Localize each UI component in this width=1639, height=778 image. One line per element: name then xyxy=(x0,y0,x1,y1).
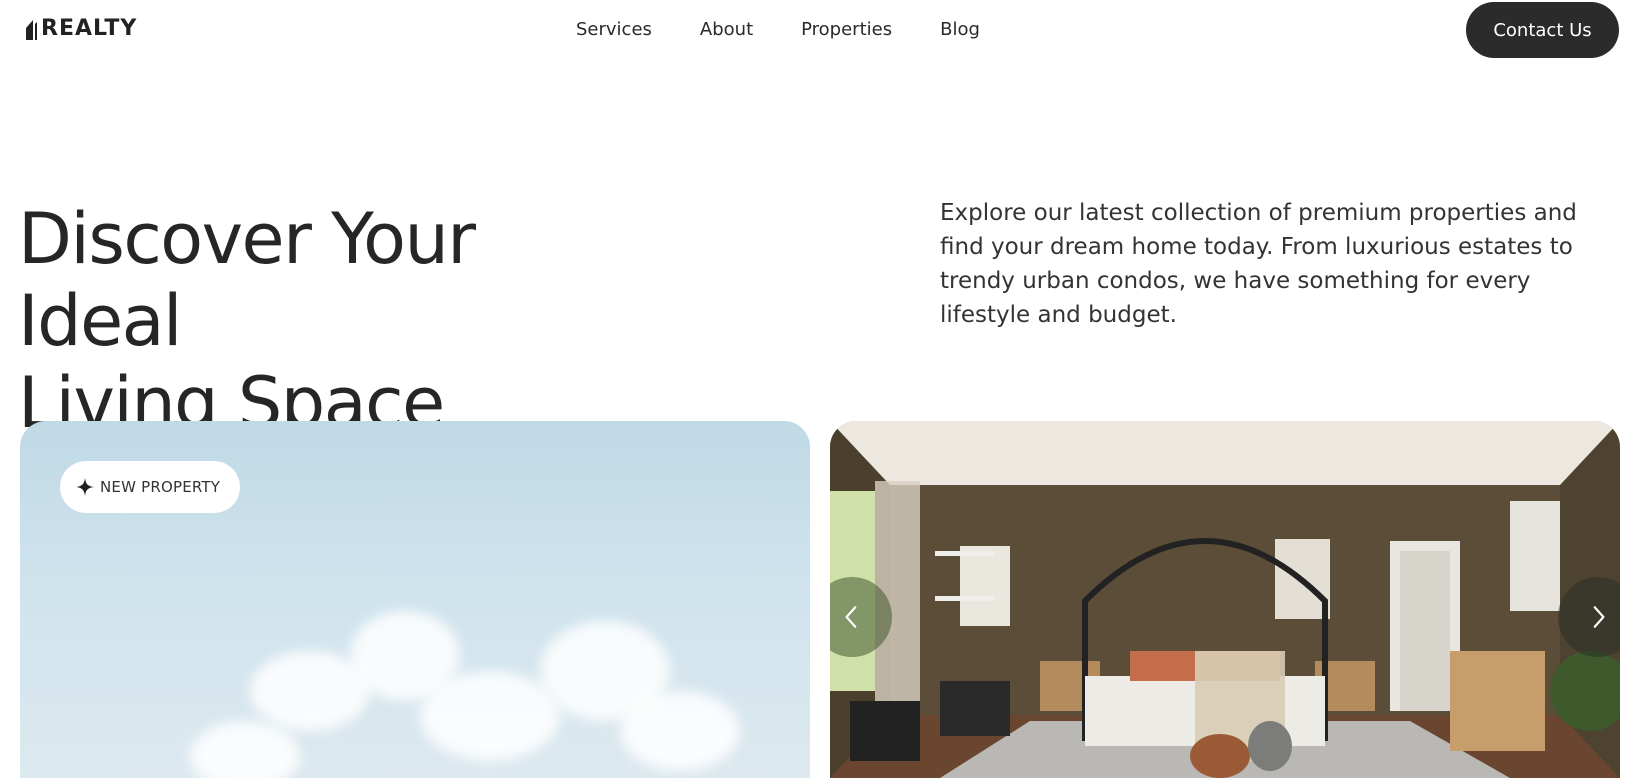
chevron-right-icon xyxy=(1593,606,1605,628)
sparkle-icon xyxy=(76,478,94,496)
badge-label: NEW PROPERTY xyxy=(100,478,221,496)
hero-title-line-1: Discover Your Ideal xyxy=(18,198,476,362)
bedroom-image xyxy=(830,421,1620,778)
page: REALTY Services About Properties Blog Co… xyxy=(0,0,1639,778)
logo-icon xyxy=(26,20,37,40)
nav-link-about[interactable]: About xyxy=(700,18,753,42)
chevron-left-icon xyxy=(845,606,857,628)
nav-link-services[interactable]: Services xyxy=(576,18,652,42)
hero-description: Explore our latest collection of premium… xyxy=(940,200,1577,328)
contact-us-button[interactable]: Contact Us xyxy=(1466,2,1619,58)
logo-text: REALTY xyxy=(41,16,138,41)
cloud-shape xyxy=(190,721,300,778)
property-card-bedroom[interactable] xyxy=(830,421,1620,778)
cloud-shape xyxy=(420,671,560,761)
main-nav: Services About Properties Blog xyxy=(576,18,980,42)
property-card-sky[interactable]: NEW PROPERTY xyxy=(20,421,810,778)
cloud-shape xyxy=(620,691,740,771)
site-header: REALTY Services About Properties Blog Co… xyxy=(0,0,1639,60)
logo[interactable]: REALTY xyxy=(24,16,137,42)
nav-link-properties[interactable]: Properties xyxy=(801,18,892,42)
new-property-badge: NEW PROPERTY xyxy=(60,461,241,513)
nav-link-blog[interactable]: Blog xyxy=(940,18,980,42)
hero-title: Discover Your Ideal Living Space xyxy=(18,198,658,444)
